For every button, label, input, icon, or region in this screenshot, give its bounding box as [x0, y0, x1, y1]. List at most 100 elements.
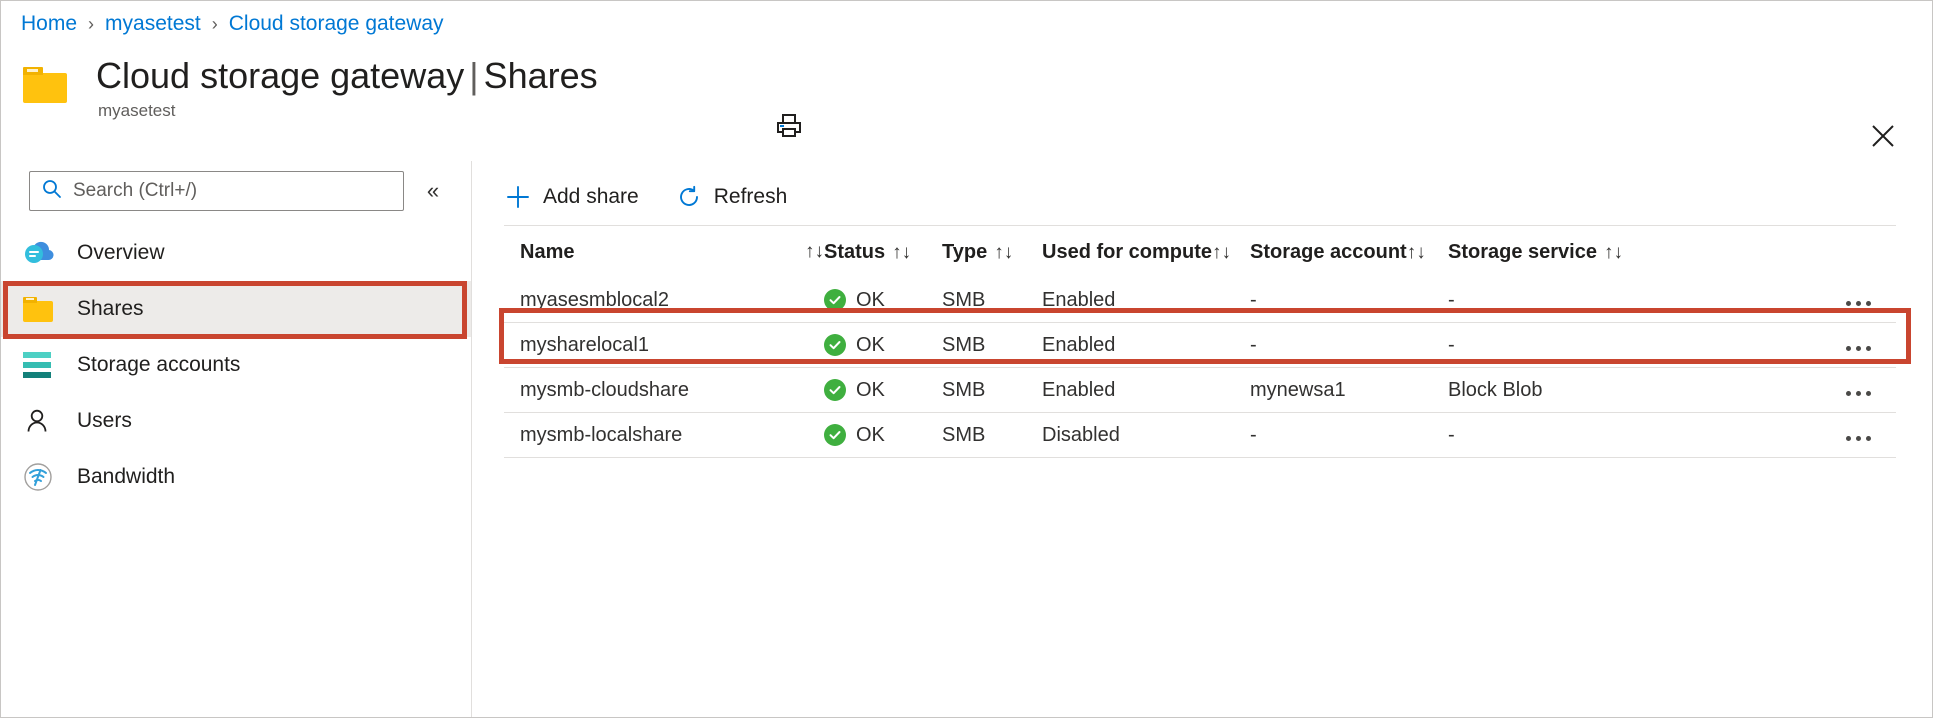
folder-icon	[23, 67, 67, 103]
refresh-label: Refresh	[713, 185, 788, 208]
cell-used-for-compute: Enabled	[1042, 288, 1116, 311]
ellipsis-icon[interactable]	[1843, 430, 1874, 447]
breadcrumb: Home › myasetest › Cloud storage gateway	[21, 7, 444, 41]
status-label: OK	[856, 378, 885, 401]
cell-type: SMB	[942, 333, 986, 356]
table-header-row: Name ↑↓ Status ↑↓ Type ↑↓ Used for compute…	[504, 226, 1896, 278]
main-content: Add share Refresh Name ↑↓ Status ↑↓ Type…	[472, 161, 1932, 717]
column-header-storage-account[interactable]: Storage account↑↓	[1250, 241, 1448, 264]
sidebar-item-storage-accounts[interactable]: Storage accounts	[1, 337, 471, 393]
sidebar-item-label: Overview	[77, 241, 165, 264]
cell-name: mysmb-localshare	[520, 423, 683, 446]
ellipsis-icon[interactable]	[1843, 385, 1874, 402]
cloud-icon	[23, 236, 63, 270]
folder-icon	[23, 292, 63, 326]
cell-type: SMB	[942, 288, 986, 311]
sort-icon[interactable]: ↑↓	[1407, 242, 1426, 264]
cell-type: SMB	[942, 423, 986, 446]
sort-icon[interactable]: ↑↓	[892, 242, 911, 264]
bandwidth-icon	[23, 460, 63, 494]
search-container	[29, 171, 404, 211]
user-icon	[23, 404, 63, 438]
column-header-label: Storage service	[1448, 240, 1597, 263]
cell-actions	[1658, 289, 1896, 312]
table-row[interactable]: myasesmblocal2 OK SMB Enabled - -	[504, 278, 1896, 323]
breadcrumb-separator: ›	[211, 13, 218, 34]
status-ok-icon	[824, 424, 846, 446]
sidebar-item-overview[interactable]: Overview	[1, 225, 471, 281]
column-header-name[interactable]: Name ↑↓	[504, 241, 824, 264]
add-share-label: Add share	[543, 185, 639, 208]
status-label: OK	[856, 423, 885, 446]
blade-header: Cloud storage gateway | Shares myasetest	[23, 53, 1932, 147]
refresh-icon	[677, 185, 701, 209]
cell-status: OK	[824, 379, 942, 402]
column-header-used-for-compute[interactable]: Used for compute↑↓	[1042, 241, 1250, 264]
cell-storage-service: -	[1448, 288, 1455, 311]
page-title-section: Shares	[483, 55, 598, 96]
breadcrumb-item-cloud-storage-gateway[interactable]: Cloud storage gateway	[229, 12, 444, 36]
sidebar: « Overview	[1, 161, 471, 717]
column-header-type[interactable]: Type ↑↓	[942, 241, 1042, 264]
status-label: OK	[856, 288, 885, 311]
column-header-label: Type	[942, 240, 988, 263]
column-header-label: Status	[824, 240, 886, 263]
print-button[interactable]	[765, 105, 813, 145]
table-row[interactable]: mysharelocal1 OK SMB Enabled - -	[504, 323, 1896, 368]
add-share-button[interactable]: Add share	[504, 181, 641, 213]
cell-storage-account: -	[1250, 333, 1257, 356]
sort-icon[interactable]: ↑↓	[1212, 242, 1231, 264]
plus-icon	[506, 185, 530, 209]
command-bar: Add share Refresh	[504, 169, 789, 225]
search-box[interactable]	[29, 171, 404, 211]
status-ok-icon	[824, 379, 846, 401]
cell-used-for-compute: Enabled	[1042, 333, 1116, 356]
cell-storage-service: Block Blob	[1448, 378, 1543, 401]
breadcrumb-item-myasetest[interactable]: myasetest	[105, 12, 201, 36]
sidebar-item-label: Storage accounts	[77, 353, 241, 376]
sidebar-item-users[interactable]: Users	[1, 393, 471, 449]
breadcrumb-item-home[interactable]: Home	[21, 12, 77, 36]
refresh-button[interactable]: Refresh	[675, 181, 790, 213]
table-row[interactable]: mysmb-localshare OK SMB Disabled - -	[504, 413, 1896, 458]
sidebar-item-label: Shares	[77, 297, 144, 320]
sort-icon[interactable]: ↑↓	[994, 242, 1013, 264]
cell-storage-account: -	[1250, 423, 1257, 446]
sidebar-nav-list: Overview Shares Storage accounts Users B…	[1, 225, 471, 505]
sidebar-item-label: Bandwidth	[77, 465, 176, 488]
cell-status: OK	[824, 289, 942, 312]
cell-used-for-compute: Disabled	[1042, 423, 1120, 446]
azure-portal-blade: Home › myasetest › Cloud storage gateway…	[0, 0, 1933, 718]
column-header-status[interactable]: Status ↑↓	[824, 241, 942, 264]
cell-actions	[1658, 334, 1896, 357]
table-row[interactable]: mysmb-cloudshare OK SMB Enabled mynewsa1…	[504, 368, 1896, 413]
column-header-storage-service[interactable]: Storage service ↑↓	[1448, 241, 1658, 264]
cell-name: myasesmblocal2	[520, 288, 669, 311]
cell-storage-service: -	[1448, 423, 1455, 446]
sort-icon[interactable]: ↑↓	[805, 241, 824, 263]
storage-icon	[23, 348, 63, 382]
cell-used-for-compute: Enabled	[1042, 378, 1116, 401]
cell-status: OK	[824, 424, 942, 447]
page-title-resource: Cloud storage gateway	[96, 55, 465, 96]
cell-name: mysmb-cloudshare	[520, 378, 689, 401]
sidebar-item-bandwidth[interactable]: Bandwidth	[1, 449, 471, 505]
sort-icon[interactable]: ↑↓	[1604, 242, 1623, 264]
sidebar-item-shares[interactable]: Shares	[1, 281, 471, 337]
page-title-separator: |	[469, 55, 479, 96]
page-subtitle-resource-name: myasetest	[98, 101, 176, 120]
ellipsis-icon[interactable]	[1843, 295, 1874, 312]
sidebar-item-label: Users	[77, 409, 132, 432]
ellipsis-icon[interactable]	[1843, 340, 1874, 357]
shares-table: Name ↑↓ Status ↑↓ Type ↑↓ Used for compute…	[504, 226, 1896, 458]
collapse-sidebar-button[interactable]: «	[416, 175, 450, 207]
cell-name: mysharelocal1	[520, 333, 649, 356]
search-input[interactable]	[62, 179, 403, 203]
cell-actions	[1658, 379, 1896, 402]
column-header-label: Used for compute	[1042, 240, 1213, 263]
cell-actions	[1658, 424, 1896, 447]
column-header-label: Name	[520, 240, 575, 263]
cell-storage-account: -	[1250, 288, 1257, 311]
close-button[interactable]	[1862, 115, 1904, 157]
cell-status: OK	[824, 334, 942, 357]
